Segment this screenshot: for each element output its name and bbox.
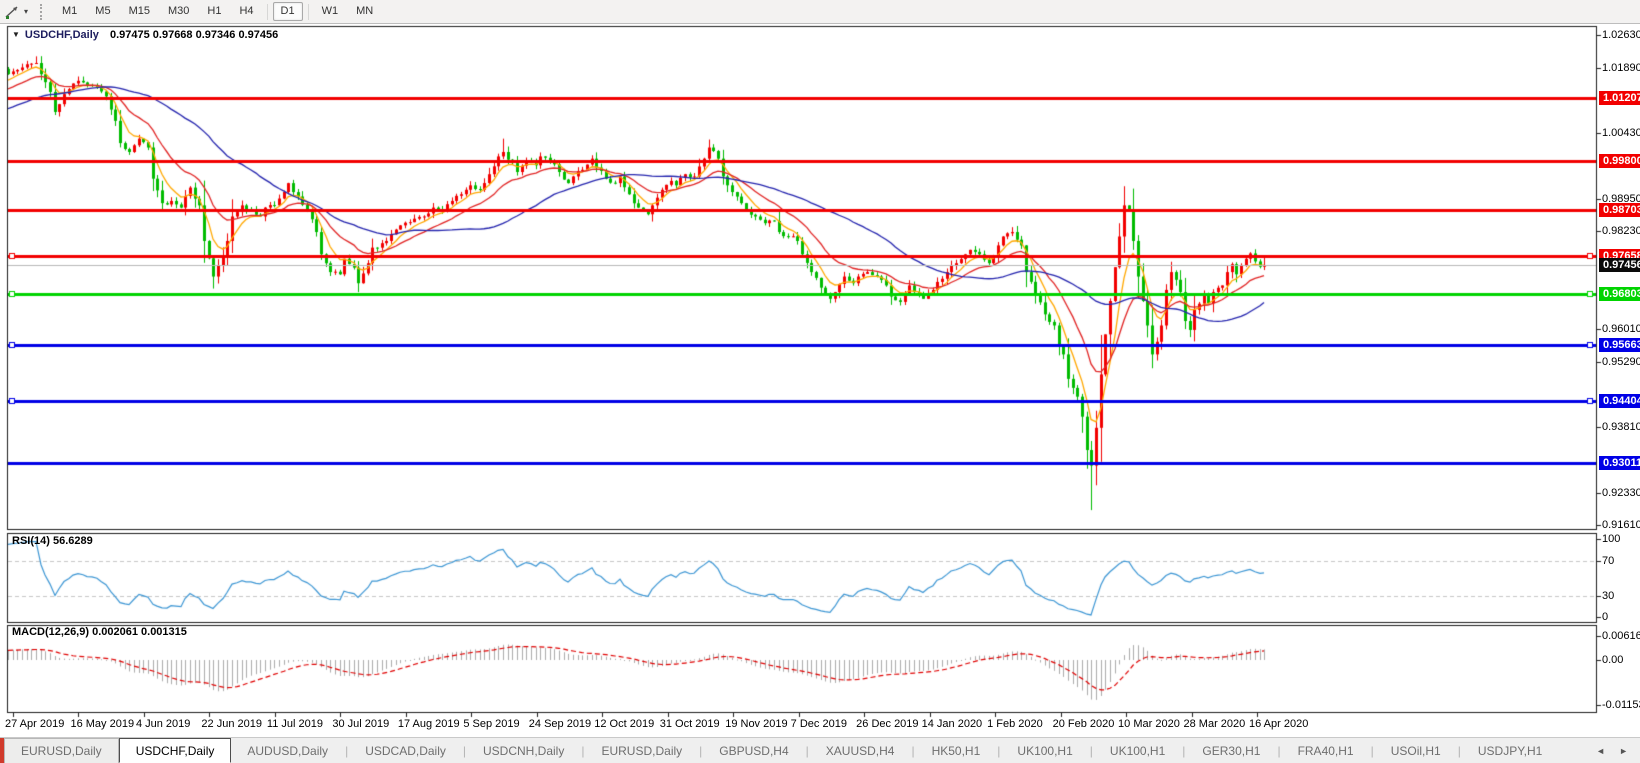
- toolbar-separator: [267, 4, 268, 20]
- rsi-level-label: 70: [1602, 555, 1640, 568]
- tabs-container: EURUSD,DailyUSDCHF,DailyAUDUSD,Daily|USD…: [4, 738, 1558, 763]
- date-axis-label: 5 Sep 2019: [463, 718, 519, 730]
- macd-axis-label: 0.00: [1602, 654, 1640, 667]
- date-axis-label: 17 Aug 2019: [398, 718, 460, 730]
- triangle-right-icon[interactable]: ►: [1619, 746, 1628, 756]
- date-axis-label: 28 Mar 2020: [1184, 718, 1246, 730]
- macd-indicator-label: MACD(12,26,9) 0.002061 0.001315: [12, 626, 187, 638]
- symbol-tab-usdcnh-daily[interactable]: USDCNH,Daily: [467, 738, 580, 763]
- price-axis-tick: 0.93810: [1602, 421, 1640, 434]
- price-axis-tick: 0.95290: [1602, 356, 1640, 369]
- symbol-tab-usdjpy-h1[interactable]: USDJPY,H1: [1462, 738, 1558, 763]
- date-axis-label: 30 Jul 2019: [332, 718, 389, 730]
- symbol-tab-audusd-daily[interactable]: AUDUSD,Daily: [231, 738, 344, 763]
- toolbar-separator: [308, 4, 309, 20]
- symbol-tab-gbpusd-h4[interactable]: GBPUSD,H4: [703, 738, 804, 763]
- chart-window: ▼ USDCHF,Daily 0.97475 0.97668 0.97346 0.…: [0, 24, 1640, 736]
- chevron-down-icon[interactable]: ▾: [24, 7, 28, 16]
- price-axis-tick: 1.01890: [1602, 62, 1640, 75]
- rsi-level-label: 0: [1602, 611, 1640, 624]
- date-axis-label: 16 May 2019: [70, 718, 134, 730]
- date-axis-label: 1 Feb 2020: [987, 718, 1043, 730]
- toolbar-drag-handle[interactable]: [40, 4, 45, 20]
- date-axis-label: 24 Sep 2019: [529, 718, 591, 730]
- ohlc-open: 0.97475: [110, 29, 150, 41]
- date-axis-label: 19 Nov 2019: [725, 718, 787, 730]
- price-line-label[interactable]: 0.99800: [1599, 154, 1640, 168]
- tab-scroll-controls: ◄ ►: [1584, 738, 1640, 763]
- price-line-label[interactable]: 1.01207: [1599, 91, 1640, 105]
- macd-axis-label: -0.011531: [1602, 699, 1640, 712]
- price-line-label[interactable]: 0.98703: [1599, 203, 1640, 217]
- date-axis-label: 26 Dec 2019: [856, 718, 918, 730]
- price-axis-tick: 1.02630: [1602, 29, 1640, 42]
- symbol-tab-uk100-h1[interactable]: UK100,H1: [1094, 738, 1181, 763]
- price-axis-tick: 0.96010: [1602, 323, 1640, 336]
- price-line-label[interactable]: 0.94404: [1599, 394, 1640, 408]
- price-line-label[interactable]: 0.95663: [1599, 338, 1640, 352]
- triangle-left-icon[interactable]: ◄: [1596, 746, 1605, 756]
- timeframe-button-m30[interactable]: M30: [160, 2, 197, 21]
- chart-symbol-label: USDCHF,Daily: [25, 29, 99, 41]
- line-draw-icon[interactable]: [4, 4, 22, 20]
- symbol-tab-bar: EURUSD,DailyUSDCHF,DailyAUDUSD,Daily|USD…: [0, 737, 1640, 763]
- timeframe-button-w1[interactable]: W1: [314, 2, 347, 21]
- chart-title: ▼ USDCHF,Daily 0.97475 0.97668 0.97346 0.…: [12, 29, 278, 41]
- chart-canvas[interactable]: [0, 24, 1640, 736]
- symbol-tab-eurusd-daily[interactable]: EURUSD,Daily: [4, 738, 119, 763]
- price-line-label[interactable]: 0.93011: [1599, 456, 1640, 470]
- timeframe-button-h4[interactable]: H4: [231, 2, 261, 21]
- macd-axis-label: 0.006167: [1602, 630, 1640, 643]
- symbol-tab-eurusd-daily[interactable]: EURUSD,Daily: [585, 738, 698, 763]
- price-axis-tick: 1.00430: [1602, 127, 1640, 140]
- symbol-tab-ger30-h1[interactable]: GER30,H1: [1186, 738, 1276, 763]
- ohlc-low: 0.97346: [196, 29, 236, 41]
- mt4-terminal: { "toolbar": { "tool_icon": "line-draw-i…: [0, 0, 1640, 763]
- timeframe-button-m5[interactable]: M5: [87, 2, 118, 21]
- rsi-level-label: 100: [1602, 533, 1640, 546]
- price-axis-tick: 0.92330: [1602, 487, 1640, 500]
- rsi-level-label: 30: [1602, 590, 1640, 603]
- date-axis-label: 20 Feb 2020: [1053, 718, 1115, 730]
- symbol-tab-hk50-h1[interactable]: HK50,H1: [916, 738, 997, 763]
- current-price-label: 0.97456: [1599, 258, 1640, 272]
- price-axis-tick: 0.91610: [1602, 519, 1640, 532]
- ohlc-close: 0.97456: [238, 29, 278, 41]
- symbol-tab-uk100-h1[interactable]: UK100,H1: [1001, 738, 1088, 763]
- timeframe-button-h1[interactable]: H1: [199, 2, 229, 21]
- date-axis-label: 31 Oct 2019: [660, 718, 720, 730]
- date-axis-label: 12 Oct 2019: [594, 718, 654, 730]
- date-axis-label: 27 Apr 2019: [5, 718, 64, 730]
- symbol-tab-usoil-h1[interactable]: USOil,H1: [1375, 738, 1457, 763]
- date-axis-label: 4 Jun 2019: [136, 718, 190, 730]
- symbol-tab-usdchf-daily[interactable]: USDCHF,Daily: [119, 738, 232, 763]
- date-axis-label: 7 Dec 2019: [791, 718, 847, 730]
- triangle-down-icon[interactable]: ▼: [12, 30, 20, 39]
- ohlc-high: 0.97668: [153, 29, 193, 41]
- date-axis-label: 14 Jan 2020: [922, 718, 983, 730]
- date-axis-label: 10 Mar 2020: [1118, 718, 1180, 730]
- price-line-label[interactable]: 0.96803: [1599, 287, 1640, 301]
- date-axis-label: 11 Jul 2019: [267, 718, 323, 730]
- rsi-indicator-label: RSI(14) 56.6289: [12, 535, 93, 547]
- timeframe-button-m15[interactable]: M15: [121, 2, 158, 21]
- symbol-tab-usdcad-daily[interactable]: USDCAD,Daily: [349, 738, 462, 763]
- date-axis-label: 22 Jun 2019: [201, 718, 262, 730]
- symbol-tab-xauusd-h4[interactable]: XAUUSD,H4: [810, 738, 911, 763]
- date-axis-label: 16 Apr 2020: [1249, 718, 1308, 730]
- timeframe-buttons: M1M5M15M30H1H4 D1 W1MN: [53, 2, 382, 21]
- timeframe-toolbar: ▾ M1M5M15M30H1H4 D1 W1MN: [0, 0, 1640, 24]
- timeframe-button-m1[interactable]: M1: [54, 2, 85, 21]
- timeframe-button-d1[interactable]: D1: [273, 2, 303, 21]
- symbol-tab-fra40-h1[interactable]: FRA40,H1: [1282, 738, 1370, 763]
- price-axis-tick: 0.98230: [1602, 225, 1640, 238]
- timeframe-button-mn[interactable]: MN: [348, 2, 381, 21]
